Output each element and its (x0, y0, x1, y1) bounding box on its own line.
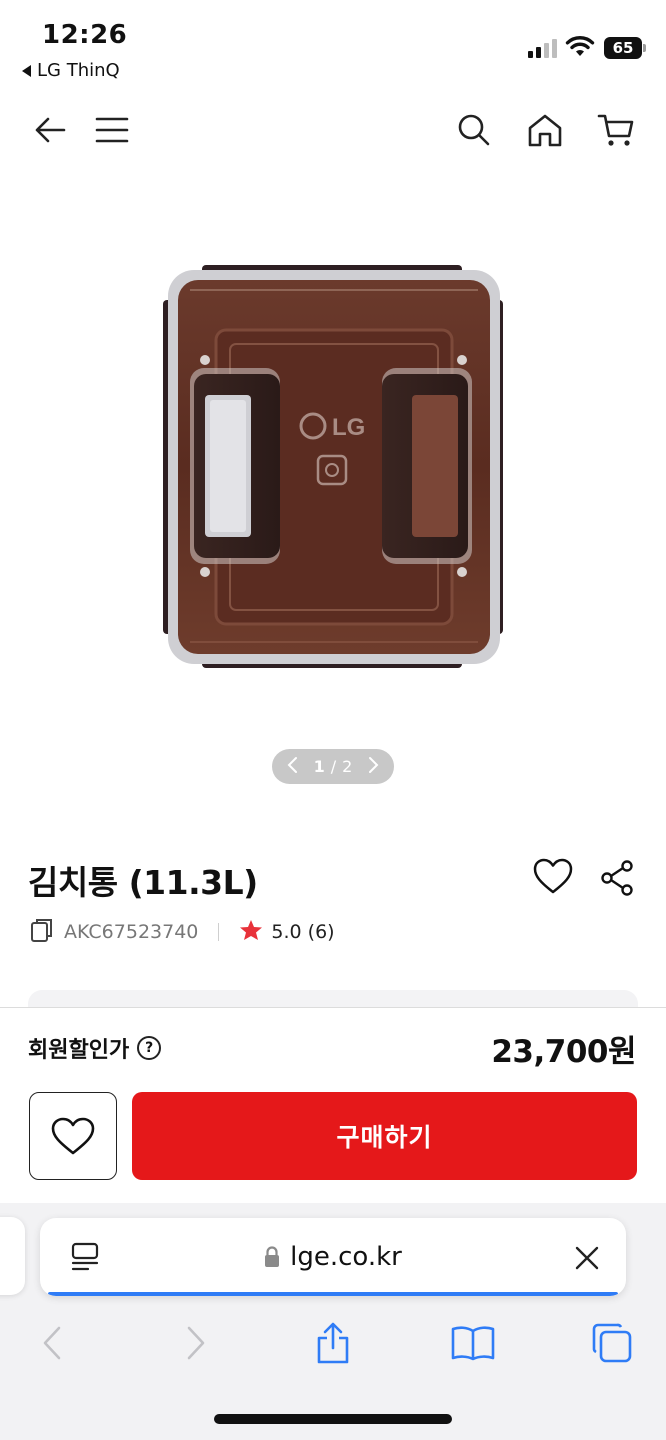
svg-text:LG: LG (332, 414, 365, 441)
tabs-icon[interactable] (582, 1313, 642, 1373)
app-header (0, 100, 666, 160)
pager-separator: / (330, 757, 337, 776)
product-title: 김치통 (11.3L) (28, 863, 258, 902)
rating-score[interactable]: 5.0 (6) (271, 921, 334, 943)
bookmarks-icon[interactable] (443, 1313, 503, 1373)
product-meta-row: AKC67523740 5.0 (6) (30, 917, 335, 947)
pager-prev-icon[interactable] (286, 756, 298, 778)
heart-icon (51, 1117, 95, 1155)
battery-level: 65 (612, 39, 634, 57)
purchase-bar: 회원할인가 ? 23,700원 구매하기 (0, 1007, 666, 1203)
cart-icon[interactable] (594, 108, 638, 152)
share-icon[interactable] (600, 860, 634, 900)
wishlist-heart-icon[interactable] (532, 857, 574, 899)
cellular-signal-icon (528, 38, 560, 58)
back-app-label: LG ThinQ (37, 60, 120, 81)
back-triangle-icon (22, 64, 31, 77)
image-pager: 1 / 2 (272, 749, 394, 784)
search-icon[interactable] (452, 108, 496, 152)
pager-next-icon[interactable] (368, 756, 380, 778)
close-icon[interactable] (574, 1245, 600, 1271)
pager-total: 2 (342, 757, 353, 776)
star-icon (239, 919, 263, 946)
home-indicator (214, 1414, 452, 1424)
price-value: 23,700원 (491, 1034, 636, 1070)
safari-nav-toolbar (0, 1313, 666, 1373)
status-bar: 12:26 LG ThinQ 65 (0, 0, 666, 90)
buy-button[interactable]: 구매하기 (132, 1092, 637, 1180)
back-arrow-icon[interactable] (28, 108, 72, 152)
home-icon[interactable] (523, 108, 567, 152)
previous-tab-peek[interactable] (0, 1217, 25, 1295)
status-time: 12:26 (42, 20, 128, 50)
browser-forward-icon[interactable] (166, 1313, 226, 1373)
address-bar[interactable]: lge.co.kr (40, 1218, 626, 1296)
product-image[interactable]: LG (150, 250, 520, 680)
wifi-icon (565, 36, 595, 56)
browser-toolbar: lge.co.kr (0, 1203, 666, 1440)
copy-icon[interactable] (30, 917, 54, 948)
wishlist-button[interactable] (29, 1092, 117, 1180)
lock-icon (265, 1246, 280, 1267)
help-icon[interactable]: ? (137, 1036, 162, 1060)
back-to-app-link[interactable]: LG ThinQ (22, 60, 120, 81)
meta-divider (218, 923, 220, 941)
member-price-label: 회원할인가 ? (28, 1032, 162, 1064)
url-text: lge.co.kr (290, 1242, 402, 1272)
menu-icon[interactable] (90, 108, 134, 152)
pager-current: 1 (313, 757, 325, 776)
model-number: AKC67523740 (64, 921, 199, 943)
browser-share-icon[interactable] (303, 1313, 363, 1373)
battery-icon: 65 (604, 37, 646, 59)
page-load-progress (48, 1292, 618, 1296)
price-label-text: 회원할인가 (28, 1038, 130, 1063)
browser-back-icon[interactable] (22, 1313, 82, 1373)
